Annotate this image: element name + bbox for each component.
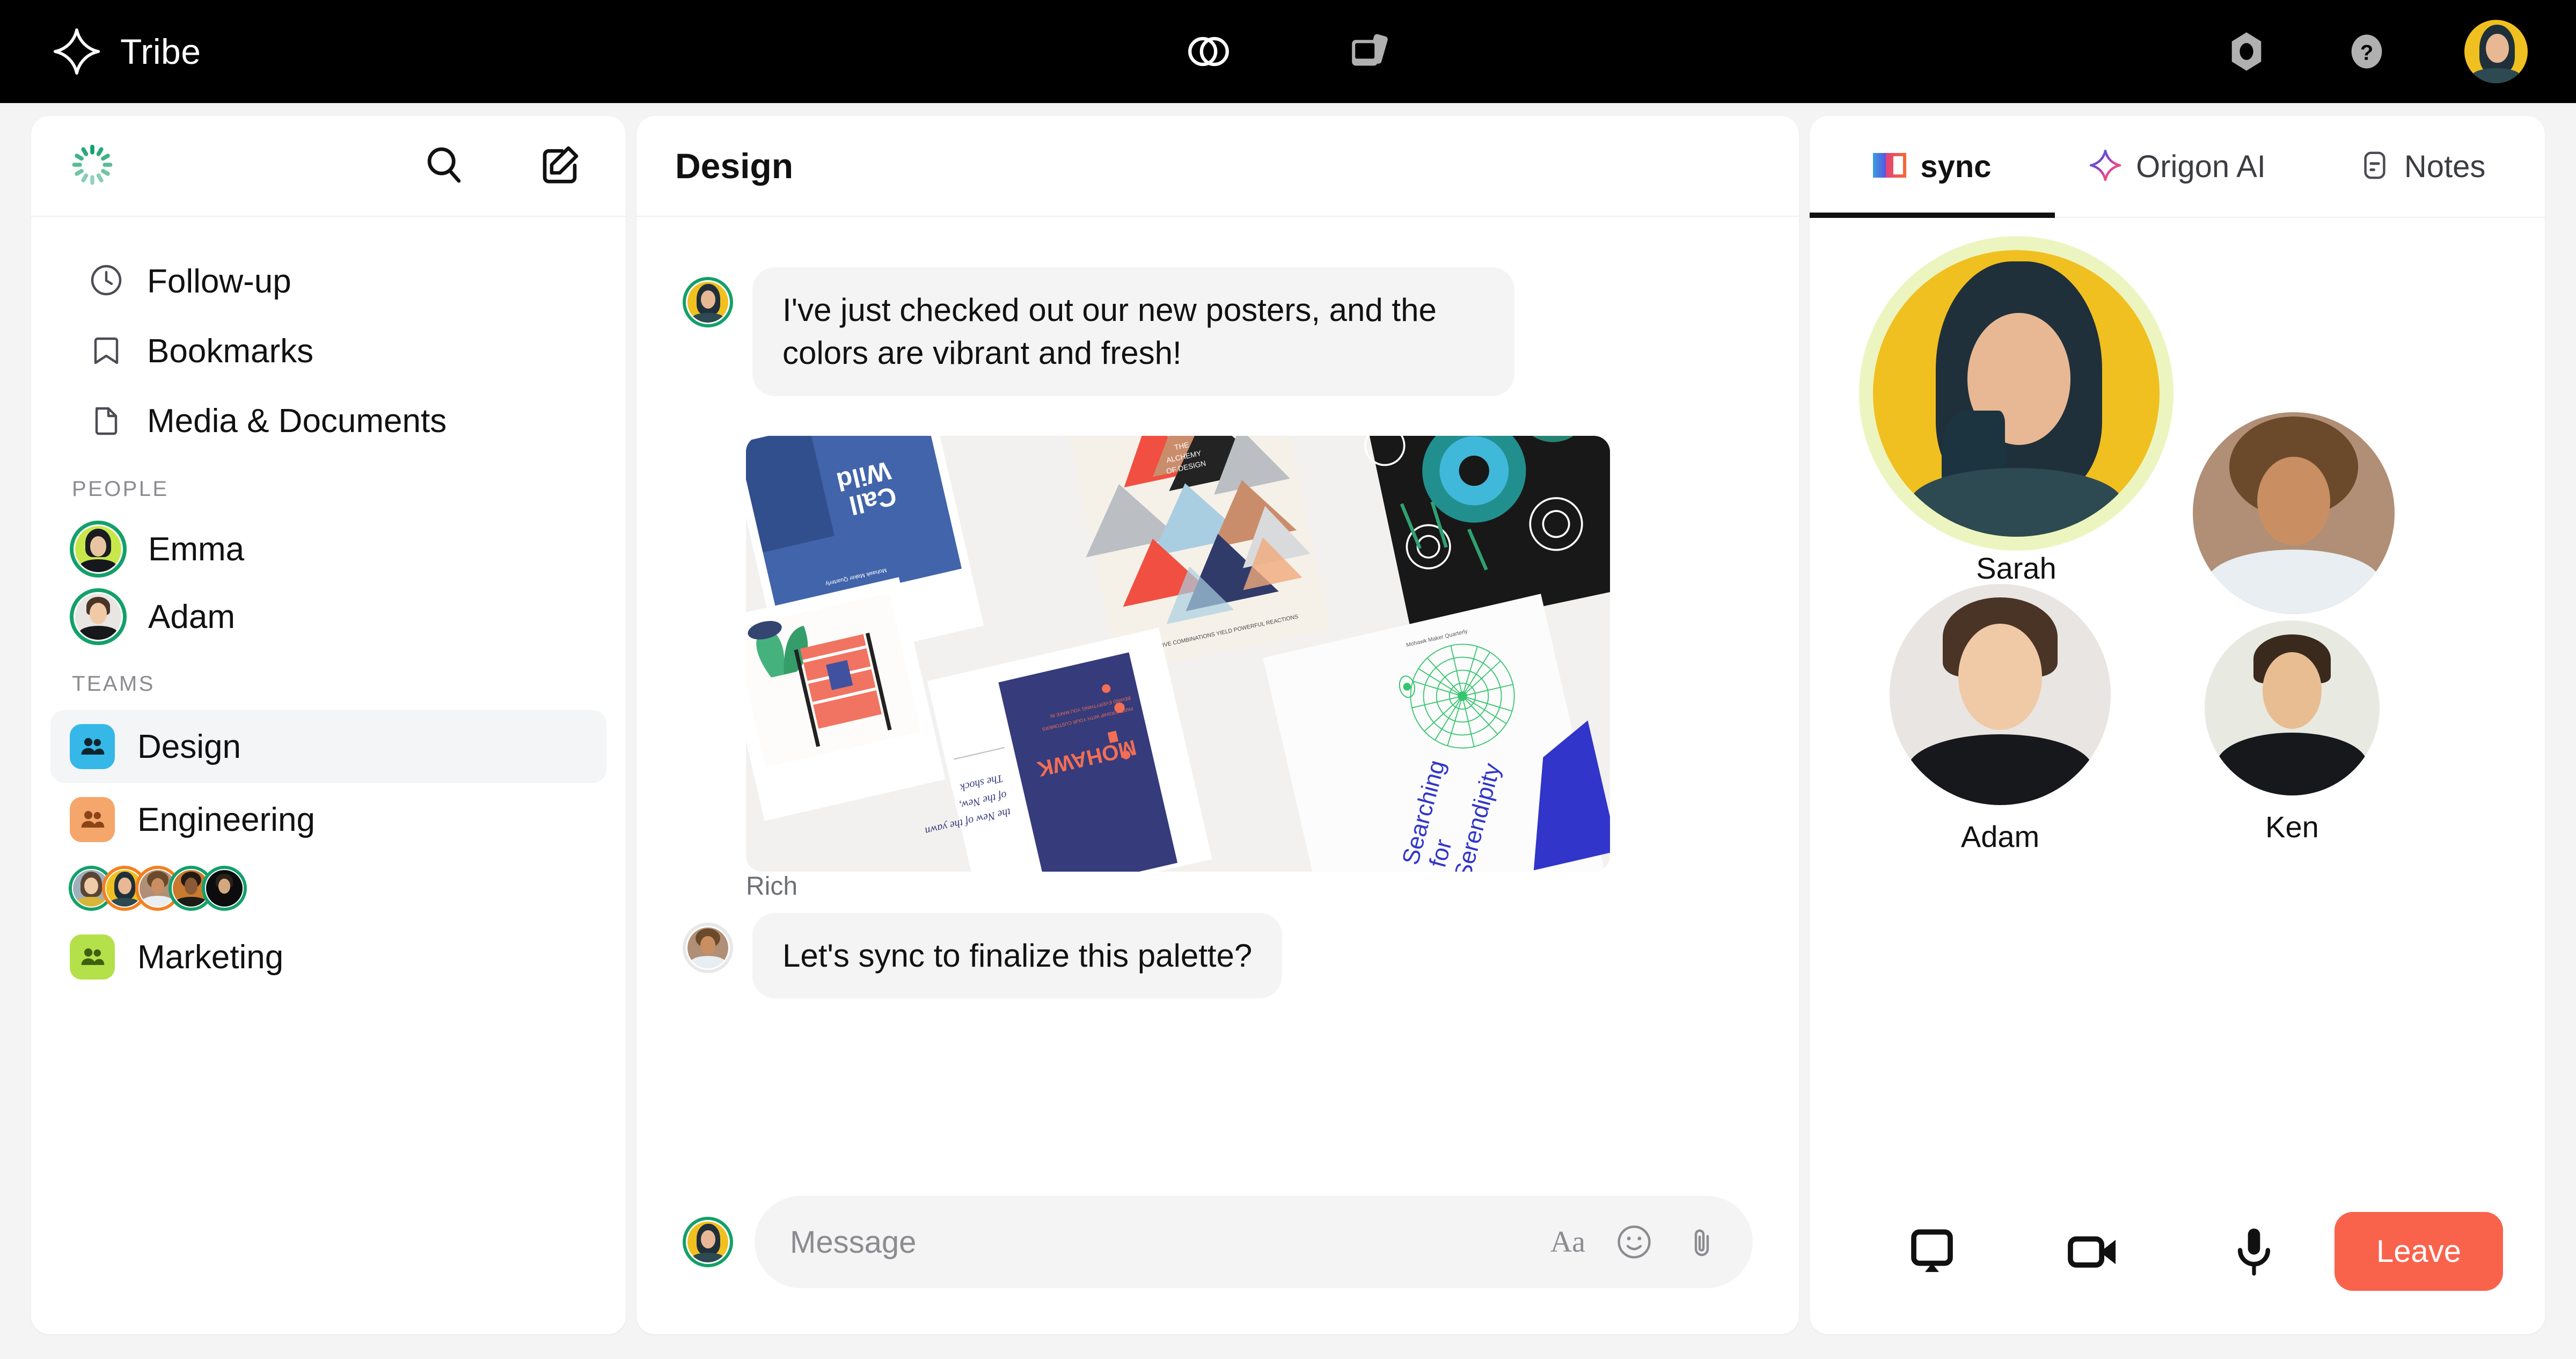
sidebar-item-bookmarks[interactable]: Bookmarks [50,316,606,386]
four-point-star-icon [53,28,100,75]
avatar [2205,620,2380,795]
participant-name: Adam [1960,820,2040,853]
message-attachment-image[interactable]: Call Wild Mohawk Maker Quarterly THE ALC… [746,435,1610,872]
avatar [2193,412,2395,614]
avatar [683,1217,733,1267]
top-bar: Tribe ? [0,0,2576,103]
sidebar-team-label: Engineering [137,801,315,838]
top-bar-actions: ? [2224,0,2528,103]
interlocking-circles-icon[interactable] [1183,26,1234,77]
emoji-smiley-icon[interactable] [1615,1223,1653,1261]
participant-ken[interactable]: Ken [2198,620,2386,844]
people-group-icon [70,724,115,769]
tab-label: Notes [2404,149,2486,184]
compose-icon[interactable] [537,142,583,191]
sidebar-item-label: Follow-up [147,262,291,300]
message-item: Let's sync to finalize this palette? [683,912,1753,999]
chat-header: Design [636,116,1799,217]
cards-stack-icon[interactable] [1342,26,1393,77]
origon-star-icon [2089,149,2122,185]
people-group-icon [70,797,115,842]
avatar [70,521,127,578]
avatar [683,277,733,327]
avatar [1873,250,2160,537]
page-title: Design [675,146,794,186]
call-tabs: sync Origon AI Notes [1810,116,2545,218]
clock-icon [89,263,123,300]
participant-name: Ken [2265,810,2319,844]
sidebar-header [31,116,626,217]
screen-share-icon[interactable] [1851,1222,2012,1281]
tab-label: sync [1920,149,1992,184]
participant-stage: Sarah 9:23 am Rich [1810,219,2545,1168]
avatar [202,866,247,911]
chat-panel: Design I've just checked out our new pos… [636,116,1799,1334]
svg-text:?: ? [2360,41,2373,65]
sync-bars-icon [1873,152,1907,181]
sidebar-item-follow-up[interactable]: Follow-up [50,246,606,316]
avatar [70,588,127,645]
search-icon[interactable] [421,142,467,191]
avatar [1890,584,2111,805]
sidebar-item-media-documents[interactable]: Media & Documents [50,386,606,456]
document-icon [89,403,123,440]
settings-nut-icon[interactable] [2224,29,2269,74]
sidebar-team-design[interactable]: Design [50,710,606,783]
sidebar-person-label: Emma [148,530,245,568]
message-list: I've just checked out our new posters, a… [636,218,1799,1163]
sidebar-team-label: Marketing [137,938,284,976]
avatar[interactable] [2464,20,2528,83]
top-bar-center-nav [1183,0,1393,103]
sidebar-nav: Follow-up Bookmarks Media & Documents [31,217,626,456]
paperclip-icon[interactable] [1683,1223,1721,1261]
message-input-container[interactable]: Message Aa [755,1196,1753,1288]
sidebar-item-label: Bookmarks [147,332,314,370]
people-group-icon [70,934,115,980]
tab-notes[interactable]: Notes [2300,116,2545,217]
brand-name: Tribe [120,32,201,71]
message-sender: Rich [746,872,798,901]
tab-sync[interactable]: sync [1810,116,2055,218]
participant-adam[interactable]: Adam [1885,584,2116,854]
message-bubble: Let's sync to finalize this palette? [752,912,1283,999]
sidebar-team-engineering[interactable]: Engineering [50,783,606,856]
tab-origon-ai[interactable]: Origon AI [2055,116,2300,217]
call-controls: Leave [1810,1168,2545,1334]
bookmark-icon [89,333,123,370]
participant-name: Sarah [1976,551,2057,585]
sidebar-section-teams: TEAMS [72,672,155,696]
sidebar-item-label: Media & Documents [147,402,447,440]
video-camera-icon[interactable] [2012,1222,2174,1281]
sidebar-team-label: Design [137,728,241,765]
message-composer: Message Aa [683,1196,1753,1288]
sidebar-section-people: PEOPLE [72,477,169,501]
loading-spinner-logo [70,142,115,190]
sidebar-team-marketing[interactable]: Marketing [50,920,606,993]
notes-icon [2359,150,2390,184]
call-panel: sync Origon AI Notes Sarah Adam Ken Leav… [1810,116,2545,1334]
tab-label: Origon AI [2136,149,2266,184]
message-bubble: I've just checked out our new posters, a… [752,267,1514,396]
sidebar-person-label: Adam [148,598,235,635]
sidebar-person-adam[interactable]: Adam [31,583,626,651]
brand[interactable]: Tribe [53,28,201,75]
team-member-avatar-stack[interactable] [31,856,626,920]
sidebar-panel: Follow-up Bookmarks Media & Documents PE… [31,116,626,1334]
help-question-icon[interactable]: ? [2344,29,2389,74]
avatar [683,922,733,973]
format-text-button[interactable]: Aa [1550,1225,1585,1259]
message-input[interactable]: Message [790,1224,1520,1260]
message-item: I've just checked out our new posters, a… [683,267,1753,396]
leave-button[interactable]: Leave [2334,1211,2503,1291]
sidebar-person-emma[interactable]: Emma [31,515,626,583]
microphone-icon[interactable] [2174,1222,2334,1281]
participant-sarah[interactable]: Sarah 9:23 am [1863,250,2169,624]
